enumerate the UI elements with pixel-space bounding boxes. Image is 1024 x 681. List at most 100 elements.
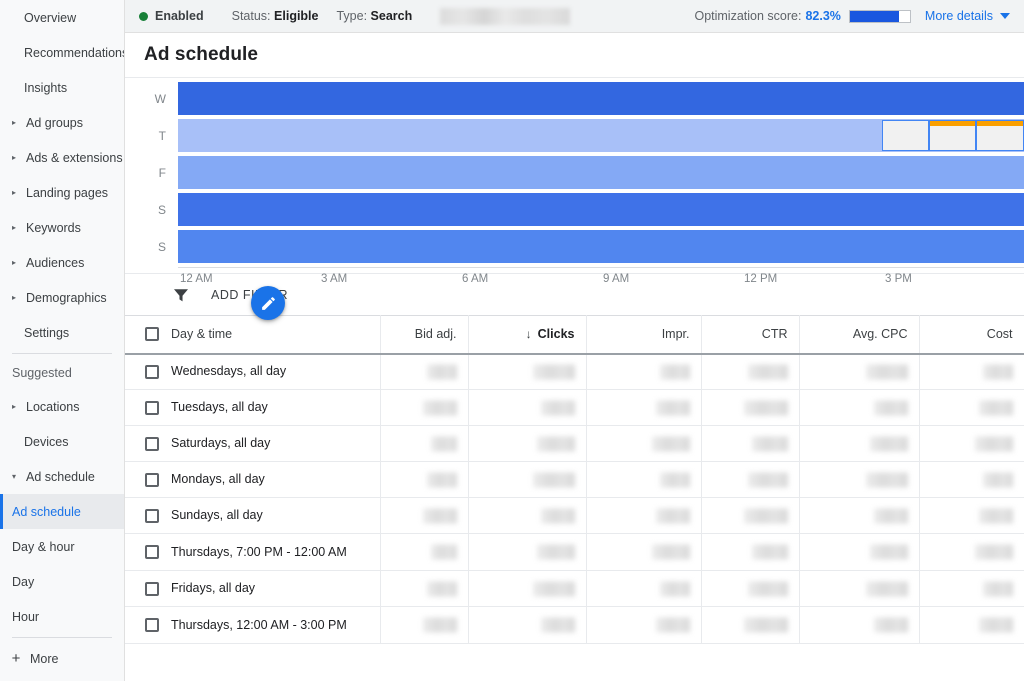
row-checkbox[interactable]	[145, 400, 159, 415]
chart-x-tick: 12 AM	[180, 273, 213, 285]
google-ads-app: Overview Recommendations Insights ▸ Ad group…	[0, 0, 1024, 681]
metric-cell	[586, 533, 702, 571]
chart-bar[interactable]	[178, 156, 1024, 189]
sidebar-item-landing-pages[interactable]: ▸ Landing pages	[0, 175, 124, 210]
redacted-value	[747, 581, 788, 596]
metric-cell	[919, 353, 1024, 390]
sidebar-item-devices[interactable]: Devices	[0, 424, 124, 459]
sidebar-item-keywords[interactable]: ▸ Keywords	[0, 210, 124, 245]
sidebar-item-demographics[interactable]: ▸ Demographics	[0, 280, 124, 315]
sidebar-item-day[interactable]: Day	[0, 564, 124, 599]
select-all-checkbox[interactable]	[145, 327, 159, 342]
sidebar-item-audiences[interactable]: ▸ Audiences	[0, 245, 124, 280]
more-details-label: More details	[924, 9, 993, 23]
table-row[interactable]: Fridays, all day	[125, 570, 1024, 607]
redacted-value	[869, 436, 908, 451]
table-row[interactable]: Sundays, all day	[125, 497, 1024, 534]
sidebar-item-label: Keywords	[26, 220, 81, 235]
schedule-selection-cell[interactable]	[882, 120, 929, 151]
table-row[interactable]: Mondays, all day	[125, 461, 1024, 498]
sidebar-item-hour[interactable]: Hour	[0, 599, 124, 634]
sidebar-item-locations[interactable]: ▸ Locations	[0, 389, 124, 424]
chevron-right-icon: ▸	[12, 257, 17, 267]
table-column-header[interactable]: Cost	[919, 315, 1024, 355]
day-time-label: Wednesdays, all day	[171, 364, 287, 379]
row-checkbox[interactable]	[145, 472, 159, 487]
redacted-value	[651, 436, 690, 451]
metric-cell	[380, 570, 469, 607]
sidebar-item-ad-schedule[interactable]: Ad schedule	[0, 494, 124, 529]
table-column-header[interactable]: Bid adj.	[380, 315, 469, 355]
table-row[interactable]: Saturdays, all day	[125, 425, 1024, 462]
sidebar-item-ad-schedule[interactable]: ▾ Ad schedule	[0, 459, 124, 494]
redacted-value	[873, 508, 908, 523]
table-column-label: Bid adj.	[414, 327, 457, 342]
optimization-score-bar-fill	[849, 10, 900, 22]
type-key: Type:	[336, 9, 368, 23]
row-checkbox[interactable]	[145, 618, 159, 632]
schedule-selection-cell[interactable]	[929, 120, 976, 151]
table-row[interactable]: Thursdays, 7:00 PM - 12:00 AM	[125, 533, 1024, 571]
redacted-value	[651, 544, 690, 560]
sidebar-item-ad-groups[interactable]: ▸ Ad groups	[0, 105, 124, 140]
redacted-value	[865, 364, 908, 380]
table-row[interactable]: Wednesdays, all day	[125, 353, 1024, 390]
chart-bar[interactable]	[178, 193, 1024, 226]
status-key: Status:	[231, 9, 271, 23]
chart-bar[interactable]	[178, 230, 1024, 263]
day-time-cell: Thursdays, 12:00 AM - 3:00 PM	[125, 606, 381, 644]
funnel-icon[interactable]	[173, 288, 189, 302]
metric-cell	[468, 606, 587, 644]
table-column-header[interactable]: ↓ Clicks	[468, 315, 587, 355]
metric-cell	[586, 353, 702, 390]
sidebar-item-recommendations[interactable]: Recommendations	[0, 35, 124, 70]
redacted-value	[751, 544, 788, 560]
sidebar-item-label: Day & hour	[12, 539, 75, 554]
ad-schedule-table: Day & time Bid adj. ↓ Clicks Impr. CTR Avg. CP…	[125, 315, 1024, 644]
metric-cell	[586, 389, 702, 426]
row-checkbox[interactable]	[145, 581, 159, 596]
chart-bar[interactable]	[178, 119, 1024, 152]
table-column-header[interactable]: CTR	[701, 315, 800, 355]
chevron-right-icon: ▸	[12, 292, 17, 302]
sidebar-item-day-hour[interactable]: Day & hour	[0, 529, 124, 564]
redacted-value	[540, 508, 575, 523]
sidebar-item-settings[interactable]: Settings	[0, 315, 124, 350]
row-checkbox[interactable]	[145, 508, 159, 523]
sidebar-item-label: Day	[12, 574, 35, 589]
table-row[interactable]: Tuesdays, all day	[125, 389, 1024, 426]
redacted-value	[865, 472, 908, 487]
redacted-value	[536, 436, 575, 451]
schedule-selection-cell[interactable]	[976, 120, 1024, 151]
row-checkbox[interactable]	[145, 364, 159, 379]
redacted-value	[978, 508, 1013, 523]
row-checkbox[interactable]	[145, 545, 159, 559]
chevron-right-icon: ▸	[12, 222, 17, 232]
metric-cell	[380, 606, 469, 644]
chart-x-tick: 9 AM	[603, 273, 630, 285]
chart-row: W	[125, 82, 1024, 115]
metric-cell	[799, 533, 920, 571]
table-column-header[interactable]: Avg. CPC	[799, 315, 920, 355]
chart-bar[interactable]	[178, 82, 1024, 115]
day-time-cell: Saturdays, all day	[125, 425, 381, 462]
redacted-value	[873, 400, 908, 415]
more-details-button[interactable]: More details	[925, 9, 1010, 23]
sidebar-item-more[interactable]: + More	[0, 641, 124, 676]
table-column-header[interactable]: Day & time	[125, 315, 381, 355]
sidebar-item-insights[interactable]: Insights	[0, 70, 124, 105]
sidebar-item-ads-extensions[interactable]: ▸ Ads & extensions	[0, 140, 124, 175]
row-checkbox[interactable]	[145, 436, 159, 451]
table-column-header[interactable]: Impr.	[586, 315, 702, 355]
metric-cell	[701, 353, 800, 390]
plus-icon: +	[11, 650, 21, 667]
table-row[interactable]: Thursdays, 12:00 AM - 3:00 PM	[125, 606, 1024, 644]
redacted-value	[982, 472, 1013, 487]
redacted-value	[869, 544, 908, 560]
sidebar-item-overview[interactable]: Overview	[0, 0, 124, 35]
enabled-label: Enabled	[155, 9, 204, 23]
redacted-value	[532, 472, 575, 487]
metric-cell	[468, 461, 587, 498]
table-column-label: Avg. CPC	[852, 327, 908, 342]
edit-schedule-fab[interactable]	[251, 286, 285, 320]
